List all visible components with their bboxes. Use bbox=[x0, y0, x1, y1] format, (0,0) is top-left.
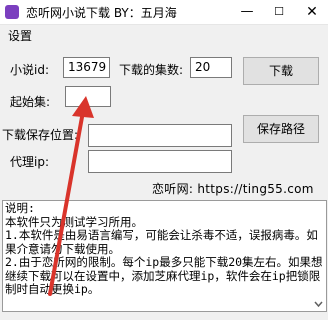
proxy-ip-label: 代理ip: bbox=[10, 155, 49, 169]
start-episode-label: 起始集: bbox=[10, 95, 51, 109]
save-path-button[interactable]: 保存路径 bbox=[243, 115, 319, 143]
info-line: 本软件只为测试学习所用。 bbox=[5, 214, 143, 229]
info-line: 2.由于恋听网的限制。每个ip最多只能下载20集左右。如果想 bbox=[5, 255, 323, 269]
site-footer: 恋听网: https://ting55.com bbox=[152, 182, 314, 196]
info-line: 制时自动更换ip。 bbox=[5, 282, 100, 296]
scroll-down-icon[interactable] bbox=[311, 297, 326, 311]
menu-bar bbox=[0, 25, 328, 45]
maximize-icon[interactable]: ☐ bbox=[264, 0, 294, 24]
info-line: 1.本软件是由易语言编写，可能会让杀毒不适，误报病毒。如 bbox=[5, 228, 318, 242]
download-button[interactable]: 下载 bbox=[243, 57, 319, 85]
info-line: 说明: bbox=[5, 201, 35, 215]
info-line: 果介意请勿下载使用。 bbox=[5, 241, 120, 256]
app-icon bbox=[5, 5, 19, 19]
close-icon[interactable]: ✕ bbox=[296, 0, 328, 24]
start-episode-input[interactable] bbox=[65, 86, 111, 107]
info-line: 继续下载可以在设置中，添加芝麻代理ip，软件会在ip把锁限 bbox=[5, 268, 321, 283]
download-count-input[interactable]: 20 bbox=[190, 57, 232, 78]
window-title: 恋听网小说下载 BY：五月海 bbox=[26, 6, 177, 20]
proxy-ip-input[interactable] bbox=[88, 150, 232, 173]
info-textarea[interactable]: 说明: 本软件只为测试学习所用。 1.本软件是由易语言编写，可能会让杀毒不适，误… bbox=[2, 200, 327, 312]
minimize-icon[interactable]: — bbox=[232, 0, 262, 24]
download-count-label: 下载的集数: bbox=[119, 63, 184, 77]
save-path-input[interactable] bbox=[88, 124, 232, 147]
novel-id-label: 小说id: bbox=[10, 63, 49, 77]
menu-settings[interactable]: 设置 bbox=[8, 27, 32, 44]
novel-id-input[interactable]: 13679 bbox=[63, 57, 110, 78]
save-path-label: 下载保存位置: bbox=[2, 128, 79, 142]
